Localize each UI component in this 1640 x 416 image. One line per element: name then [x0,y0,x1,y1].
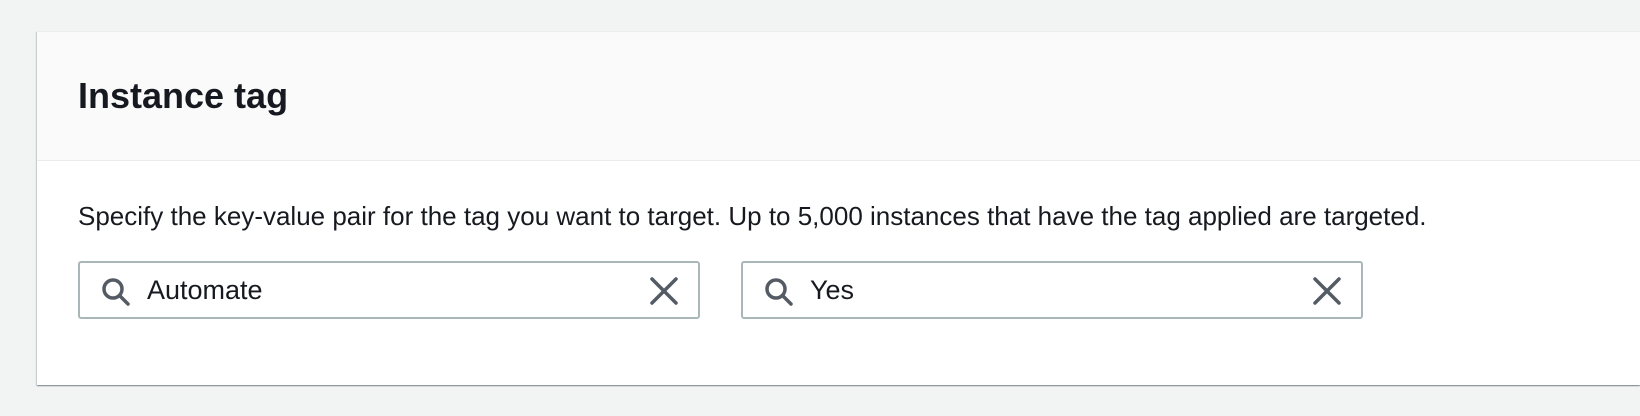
tag-value-field[interactable] [741,261,1363,319]
panel-body: Specify the key-value pair for the tag y… [37,161,1640,319]
tag-key-input[interactable] [147,270,607,310]
search-icon [102,278,130,306]
tag-inputs [78,261,1640,319]
panel-title: Instance tag [78,75,289,116]
panel-description: Specify the key-value pair for the tag y… [78,201,1427,231]
instance-tag-panel: Instance tag Specify the key-value pair … [37,31,1640,385]
panel-header: Instance tag [37,32,1640,161]
search-icon [765,278,793,306]
close-icon[interactable] [648,275,680,307]
tag-value-input[interactable] [810,270,1270,310]
tag-key-field[interactable] [78,261,700,319]
close-icon[interactable] [1311,275,1343,307]
